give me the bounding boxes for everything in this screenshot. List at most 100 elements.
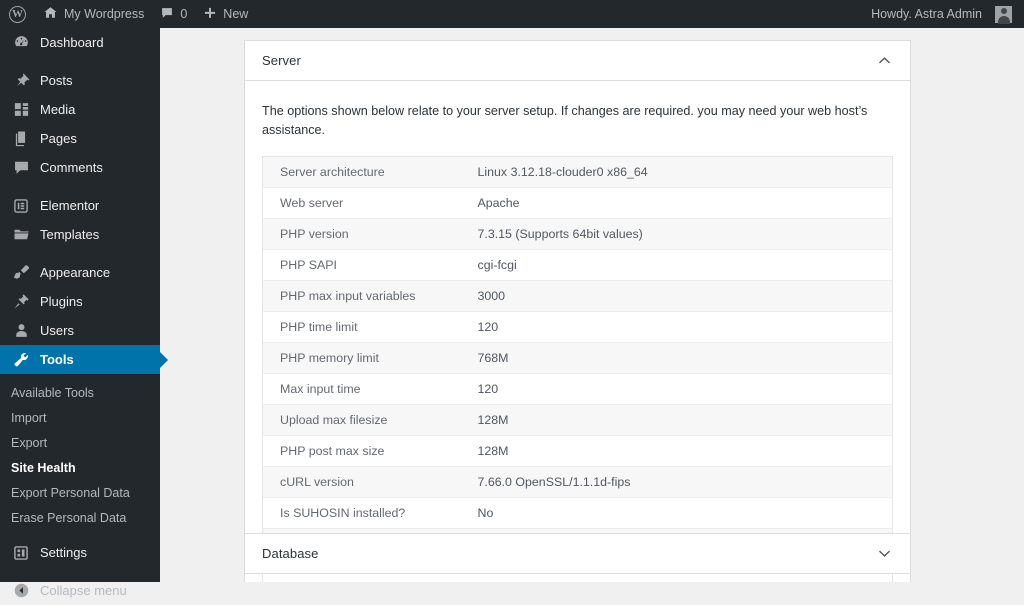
sidebar-item-tools[interactable]: Tools [0, 345, 160, 374]
table-row: Upload max filesize 128M [262, 404, 893, 436]
table-row: PHP post max size 128M [262, 435, 893, 467]
database-accordion-toggle[interactable]: Database [244, 533, 911, 574]
sidebar-item-templates[interactable]: Templates [0, 220, 160, 249]
new-content-label: New [223, 7, 249, 21]
submenu-item-export-personal-data[interactable]: Export Personal Data [0, 480, 160, 505]
sidebar-item-label: Dashboard [40, 35, 104, 50]
submenu-item-available-tools[interactable]: Available Tools [0, 380, 160, 405]
table-row: PHP max input variables 3000 [262, 280, 893, 312]
wordpress-logo-button[interactable]: W [0, 0, 35, 28]
sidebar-item-plugins[interactable]: Plugins [0, 287, 160, 316]
row-key: Server architecture [280, 164, 385, 179]
row-value: 128M [477, 412, 509, 427]
wrench-icon [11, 350, 31, 370]
row-value: 768M [477, 350, 509, 365]
site-name-button[interactable]: My Wordpress [35, 0, 152, 28]
folder-icon [11, 225, 31, 245]
server-panel-description: The options shown below relate to your s… [262, 104, 868, 137]
table-row: PHP version 7.3.15 (Supports 64bit value… [262, 218, 893, 250]
table-row: cURL version 7.66.0 OpenSSL/1.1.1d-fips [262, 466, 893, 498]
sidebar-item-label: Appearance [40, 265, 111, 280]
sidebar-item-label: Comments [40, 160, 103, 175]
collapse-menu-button[interactable]: Collapse menu [0, 576, 160, 605]
table-row: PHP SAPI cgi-fcgi [262, 249, 893, 281]
dashboard-icon [11, 33, 31, 53]
sidebar-item-label: Settings [40, 545, 87, 560]
row-value: 120 [477, 381, 499, 396]
comment-bubble-icon [160, 6, 174, 23]
comment-bubble-icon [11, 158, 31, 178]
collapse-arrow-icon [11, 581, 31, 601]
table-row: Max input time 120 [262, 373, 893, 405]
howdy-label: Howdy. Astra Admin [871, 7, 982, 21]
table-row: PHP time limit 120 [262, 311, 893, 343]
sidebar-item-settings[interactable]: Settings [0, 538, 160, 567]
table-row: .htaccess rules Custom rules have been a… [262, 573, 893, 583]
sidebar-item-pages[interactable]: Pages [0, 124, 160, 153]
row-value: Custom rules have been added to your .ht… [461, 573, 893, 583]
row-value: Apache [477, 195, 520, 210]
row-value: 3000 [477, 288, 506, 303]
table-row: Is SUHOSIN installed? No [262, 497, 893, 529]
sidebar-item-label: Posts [40, 73, 73, 88]
row-key: Is SUHOSIN installed? [280, 505, 406, 520]
admin-bar: W My Wordpress 0 New Howdy. Astra Admin [0, 0, 1024, 28]
row-value: Linux 3.12.18-clouder0 x86_64 [477, 164, 648, 179]
sidebar-item-elementor[interactable]: Elementor [0, 191, 160, 220]
paintbrush-icon [11, 263, 31, 283]
sidebar-item-label: Media [40, 102, 76, 117]
row-key: Upload max filesize [280, 412, 388, 427]
menu-separator [0, 249, 160, 258]
server-panel: Server The options shown below relate to… [244, 40, 911, 582]
server-info-table-body: Server architecture Linux 3.12.18-cloude… [262, 156, 893, 583]
sidebar-item-users[interactable]: Users [0, 316, 160, 345]
plus-icon [203, 6, 217, 23]
submenu-item-site-health[interactable]: Site Health [0, 455, 160, 480]
menu-separator [0, 182, 160, 191]
submenu-item-export[interactable]: Export [0, 430, 160, 455]
sidebar-item-comments[interactable]: Comments [0, 153, 160, 182]
media-icon [11, 100, 31, 120]
sidebar-item-label: Plugins [40, 294, 83, 309]
sidebar-item-posts[interactable]: Posts [0, 66, 160, 95]
sidebar-item-label: Tools [40, 352, 74, 367]
row-key: PHP time limit [280, 319, 358, 334]
row-key: PHP post max size [280, 443, 385, 458]
submenu-item-erase-personal-data[interactable]: Erase Personal Data [0, 505, 160, 530]
sidebar-item-dashboard[interactable]: Dashboard [0, 28, 160, 57]
comments-button[interactable]: 0 [152, 0, 195, 28]
my-account-button[interactable]: Howdy. Astra Admin [863, 0, 1024, 28]
plug-icon [11, 292, 31, 312]
table-row: Web server Apache [262, 187, 893, 219]
row-value: No [477, 505, 494, 520]
row-value: 128M [477, 443, 509, 458]
settings-icon [11, 543, 31, 563]
row-value: 7.66.0 OpenSSL/1.1.1d-fips [477, 474, 631, 489]
table-row: Server architecture Linux 3.12.18-cloude… [262, 156, 893, 188]
row-value: 120 [477, 319, 499, 334]
pages-icon [11, 129, 31, 149]
avatar-icon [995, 5, 1012, 24]
row-key: PHP SAPI [280, 257, 337, 272]
menu-separator [0, 567, 160, 576]
new-content-button[interactable]: New [195, 0, 256, 28]
chevron-up-icon [875, 52, 893, 70]
collapse-menu-label: Collapse menu [40, 583, 127, 598]
row-key: cURL version [280, 474, 354, 489]
server-info-table: Server architecture Linux 3.12.18-cloude… [262, 155, 893, 583]
sidebar-item-appearance[interactable]: Appearance [0, 258, 160, 287]
elementor-icon [11, 196, 31, 216]
main-content-area: Server The options shown below relate to… [160, 28, 1024, 582]
user-icon [11, 321, 31, 341]
pin-icon [11, 71, 31, 91]
sidebar-item-media[interactable]: Media [0, 95, 160, 124]
row-key: PHP memory limit [280, 350, 379, 365]
submenu-item-import[interactable]: Import [0, 405, 160, 430]
server-accordion-toggle[interactable]: Server [244, 40, 911, 81]
menu-separator [0, 57, 160, 66]
row-key: PHP max input variables [280, 288, 416, 303]
database-panel-title: Database [262, 546, 319, 561]
database-panel: Database [244, 533, 911, 574]
row-key: .htaccess rules [263, 573, 461, 583]
row-value: cgi-fcgi [477, 257, 517, 272]
